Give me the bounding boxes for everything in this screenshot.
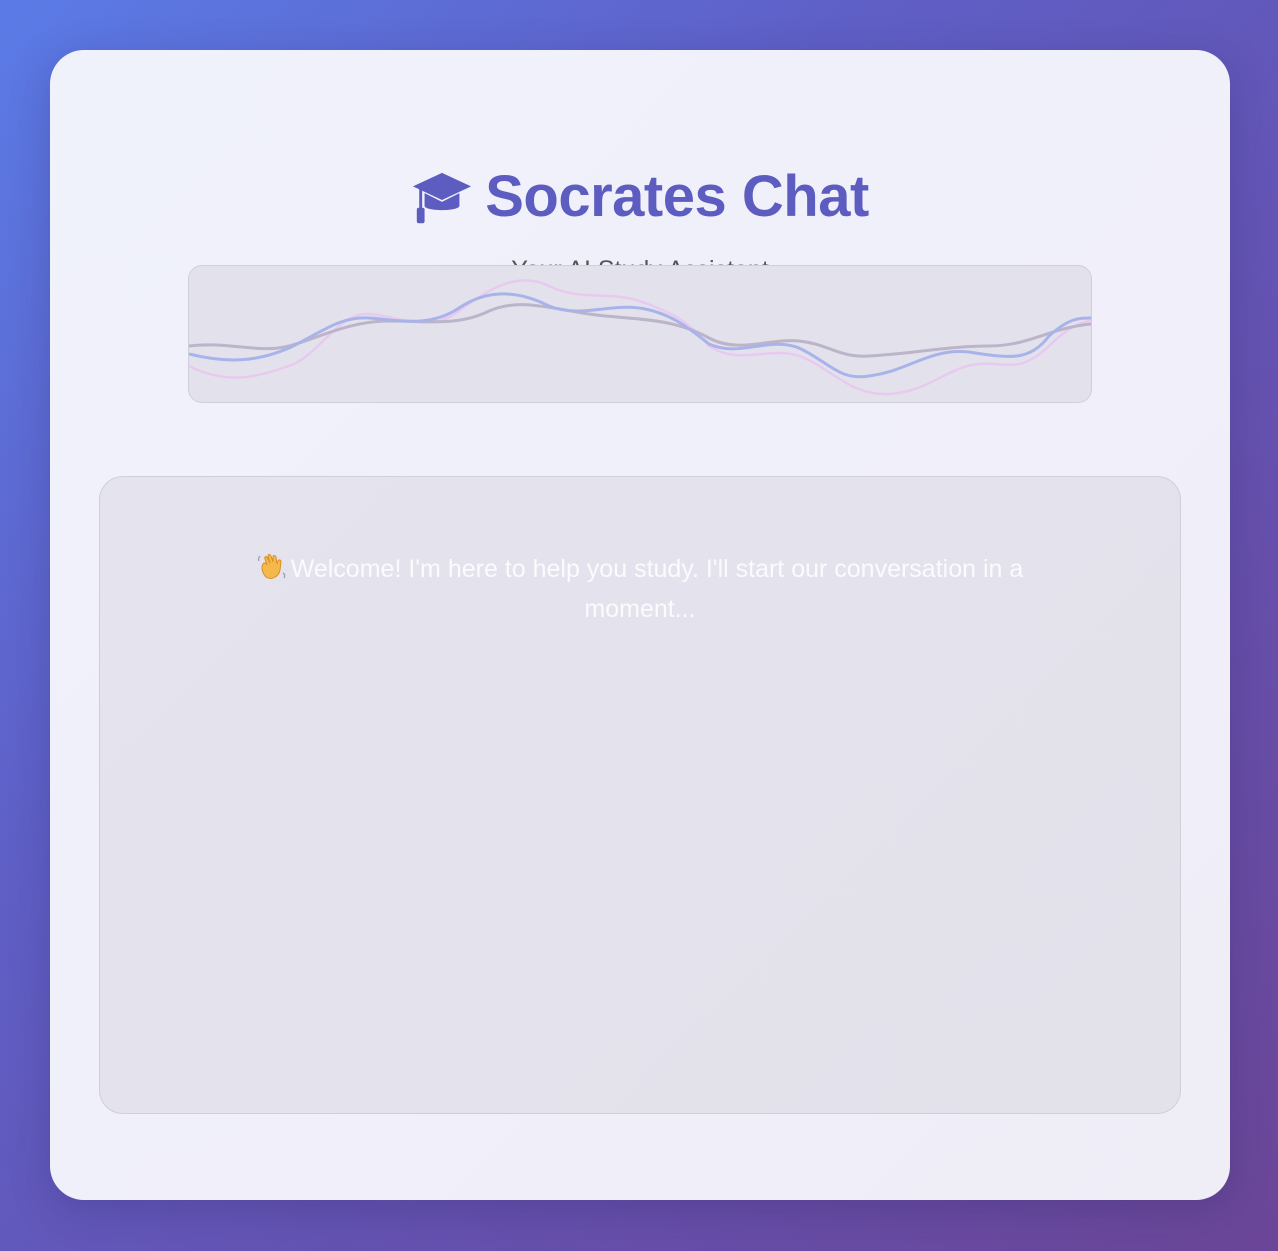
audio-visualizer (188, 265, 1092, 403)
welcome-message: Welcome! I'm here to help you study. I'l… (220, 549, 1060, 629)
welcome-text: Welcome! I'm here to help you study. I'l… (290, 555, 1024, 623)
waving-hand-icon (257, 554, 286, 579)
graduation-cap-icon (413, 172, 472, 224)
page-title: Socrates Chat (485, 163, 869, 229)
chat-messages-area[interactable]: Welcome! I'm here to help you study. I'l… (99, 476, 1181, 1114)
header: Socrates Chat (50, 158, 1230, 234)
waveform-pink (189, 279, 1091, 396)
waveform-graphic (189, 279, 1091, 396)
main-card: Socrates Chat Your AI Study Assistant We… (50, 50, 1230, 1200)
